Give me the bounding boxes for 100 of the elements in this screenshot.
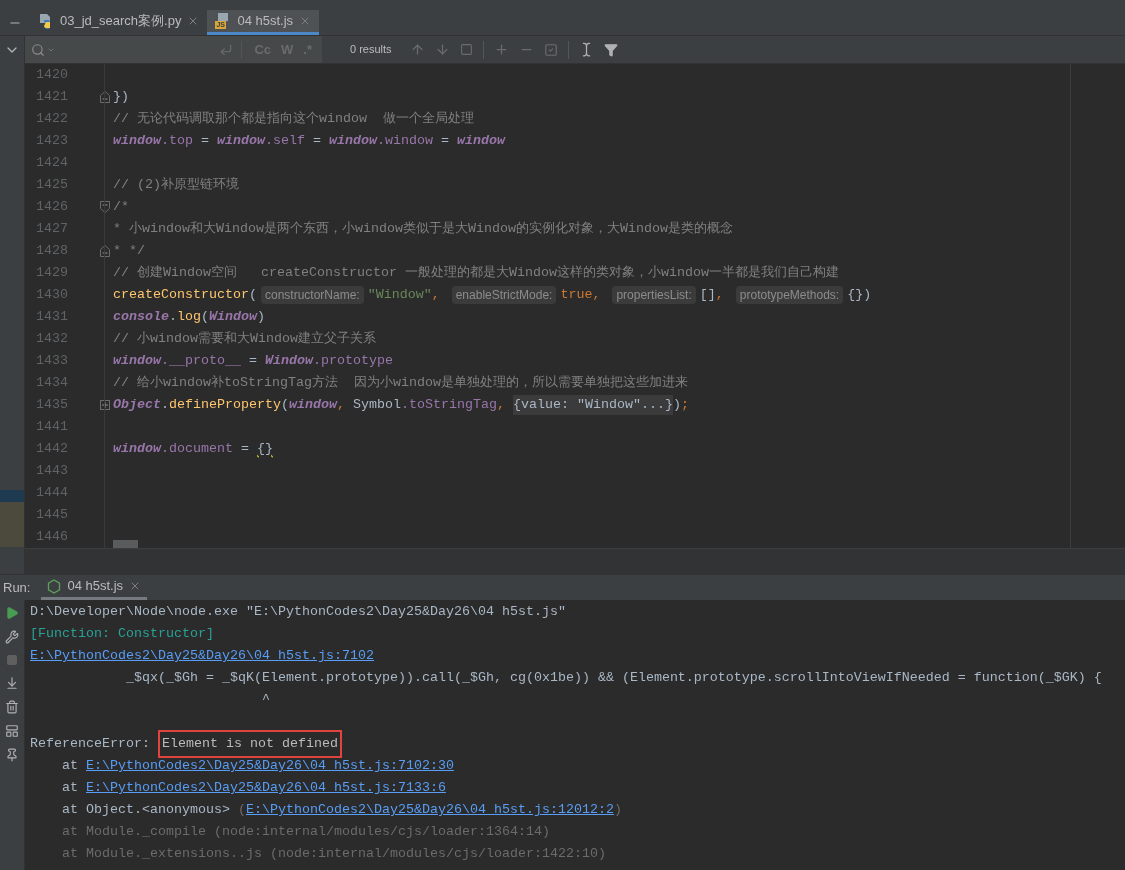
parameter-hint: prototypeMethods:	[735, 286, 844, 304]
code-text: at Object.<anonymous>	[62, 801, 231, 819]
code-text: (	[201, 308, 209, 326]
filter-icon[interactable]	[603, 42, 618, 57]
code-text: =	[312, 132, 322, 150]
line-number: 1433	[35, 352, 68, 370]
trash-icon[interactable]	[5, 700, 19, 714]
run-icon[interactable]	[5, 606, 19, 620]
code-text: (	[237, 801, 246, 819]
code-text: console	[113, 308, 169, 326]
code-text: =	[247, 352, 258, 370]
code-text: // (2)补原型链环境	[113, 176, 239, 194]
file-link[interactable]: E:\PythonCodes2\Day25&Day26\04 h5st.js:12012:2	[245, 800, 614, 820]
line-number: 1434	[35, 374, 68, 392]
code-text: ;	[680, 396, 689, 414]
code-text: ,	[337, 396, 346, 414]
code-text: window	[329, 132, 377, 150]
code-text: )	[257, 308, 265, 326]
line-number: 1435	[35, 396, 68, 414]
line-number: 1426	[35, 198, 68, 216]
error-message: Element is not defined	[158, 730, 342, 758]
code-text: .window	[377, 132, 433, 150]
wrench-icon[interactable]	[5, 630, 19, 644]
code-text: )	[672, 396, 681, 414]
newline-icon[interactable]	[219, 42, 234, 57]
plus-icon[interactable]	[493, 42, 509, 57]
code-text: Object	[113, 396, 161, 414]
file-link[interactable]: E:\PythonCodes2\Day25&Day26\04 h5st.js:7102:30	[86, 756, 454, 776]
line-number: 1441	[35, 418, 68, 436]
code-text: ^	[262, 691, 270, 709]
parameter-hint: constructorName:	[261, 286, 364, 304]
code-text: .	[169, 308, 177, 326]
line-number: 1427	[35, 220, 68, 238]
code-text: log	[177, 308, 201, 326]
code-text: =	[440, 132, 450, 150]
code-text: defineProperty	[169, 396, 281, 414]
code-text: .toStringTag	[401, 396, 497, 414]
fold-icon[interactable]	[100, 245, 110, 257]
code-text: (	[249, 286, 257, 304]
code-text: .self	[265, 132, 305, 150]
fold-icon[interactable]	[100, 91, 110, 103]
code-text: window	[289, 396, 337, 414]
code-text: window	[457, 132, 505, 150]
code-text: at Module._compile (node:internal/modules/cjs/loader:1364:14)	[62, 823, 550, 841]
code-text: // 给小window补toStringTag方法 因为小window是单独处理的，所以需要单独把这些加进来	[113, 374, 688, 392]
line-number: 1432	[35, 330, 68, 348]
pin-icon[interactable]	[5, 748, 19, 762]
code-text: .top	[161, 132, 193, 150]
code-text: window	[217, 132, 265, 150]
scroll-to-end-icon[interactable]	[5, 676, 19, 690]
code-text: D:\Developer\Node\node.exe "E:\PythonCodes2\Day25&Day26\04 h5st.js"	[30, 603, 566, 621]
scrollbar-thumb[interactable]	[113, 540, 138, 548]
arrow-down-icon[interactable]	[434, 42, 450, 57]
code-text: window	[113, 440, 161, 458]
square-icon[interactable]	[459, 43, 473, 56]
file-link[interactable]: E:\PythonCodes2\Day25&Day26\04 h5st.js:7133:6	[86, 778, 446, 798]
code-text: {}	[257, 440, 273, 458]
code-text: )	[613, 801, 622, 819]
layout-icon[interactable]	[5, 724, 19, 738]
run-tab[interactable]: 04 h5st.js	[41, 575, 148, 600]
code-text: Window	[209, 308, 257, 326]
line-number: 1428	[35, 242, 68, 260]
line-number: 1423	[35, 132, 68, 150]
editor-tab[interactable]: 03_jd_search案例.py	[30, 10, 208, 35]
line-number: 1422	[35, 110, 68, 128]
code-text: .	[161, 396, 169, 414]
line-number: 1443	[35, 462, 68, 480]
code-text: "Window"	[367, 286, 432, 304]
code-text: =	[239, 440, 250, 458]
parameter-hint: enableStrictMode:	[451, 286, 557, 304]
line-number: 1431	[35, 308, 68, 326]
code-text: .document	[161, 440, 233, 458]
code-text: true,	[560, 286, 602, 304]
code-text: window	[113, 352, 161, 370]
parameter-hint: propertiesList:	[612, 286, 696, 304]
code-text: _$qx(_$Gh = _$qK(Element.prototype)).call(_$Gh, cg(0x1be)) && (Element.prototype.scrollIntoViewIfNeeded = function(_$GK) {	[126, 669, 1102, 687]
line-number: 1430	[35, 286, 68, 304]
file-link[interactable]: E:\PythonCodes2\Day25&Day26\04 h5st.js:7102	[30, 646, 374, 666]
line-number: 1429	[35, 264, 68, 282]
fold-icon[interactable]	[100, 400, 110, 410]
code-text: ,	[715, 286, 725, 304]
search-icon	[31, 42, 45, 57]
checkbox-icon[interactable]	[543, 42, 558, 57]
hexagon-icon	[47, 578, 62, 594]
code-text: ReferenceError:	[30, 735, 151, 753]
stop-icon[interactable]	[6, 654, 18, 666]
results-count: 0 results	[350, 42, 392, 58]
code-text: .__proto__	[161, 352, 241, 370]
code-text: * */	[113, 242, 145, 260]
line-number: 1446	[35, 528, 68, 546]
code-text: Symbol	[353, 396, 401, 414]
fold-icon[interactable]	[100, 201, 110, 213]
line-number: 1444	[35, 484, 68, 502]
line-number: 1445	[35, 506, 68, 524]
folded-code[interactable]: {value: "Window"...}	[512, 395, 673, 415]
code-text: (	[281, 396, 289, 414]
code-text: at Module._extensions..js (node:internal/modules/cjs/loader:1422:10)	[62, 845, 606, 863]
code-text: .prototype	[313, 352, 393, 370]
code-text: // 小window需要和大Window建立父子关系	[113, 330, 376, 348]
line-number: 1425	[35, 176, 68, 194]
